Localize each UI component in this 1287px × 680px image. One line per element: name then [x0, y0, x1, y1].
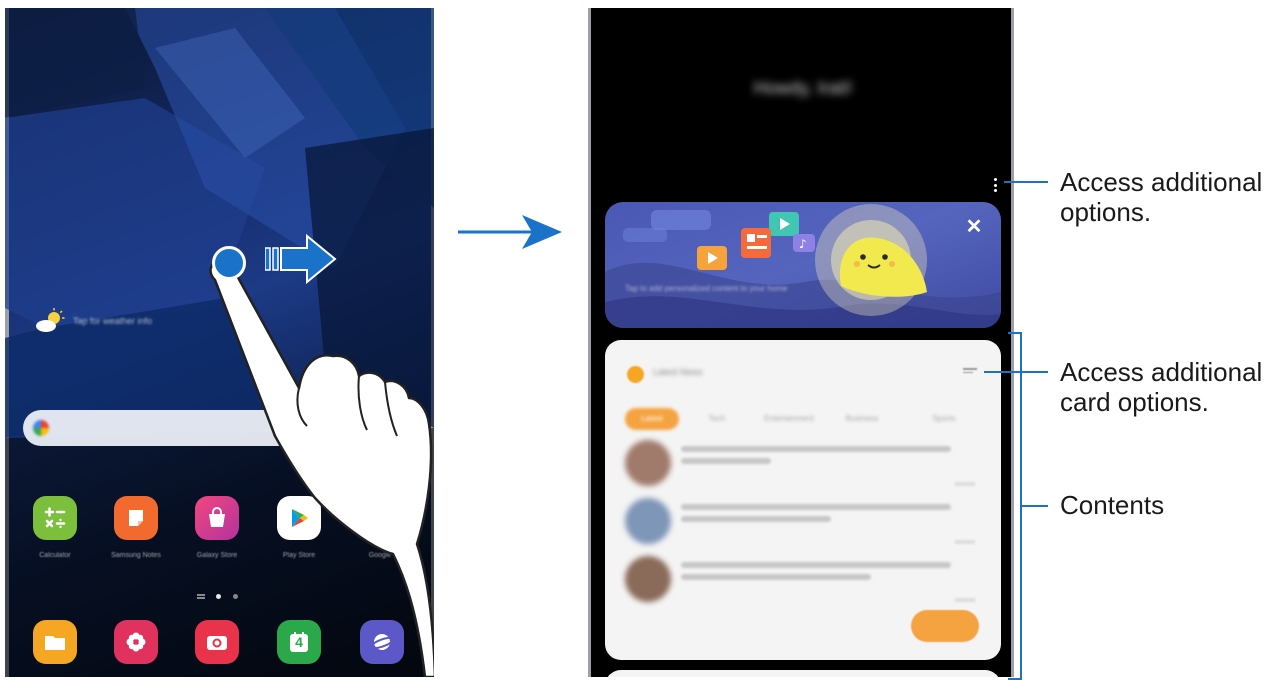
news-meta: [955, 540, 975, 544]
news-headline: [681, 562, 951, 568]
app-samsung-notes[interactable]: [114, 496, 158, 540]
more-options-button[interactable]: [992, 178, 998, 192]
weather-text: Tap for weather info: [73, 316, 153, 326]
callout-access-options: Access additional options.: [1060, 167, 1263, 227]
app-calculator[interactable]: [33, 496, 77, 540]
news-item[interactable]: [625, 498, 985, 552]
app-label: Calculator: [39, 552, 71, 559]
samsung-notes-icon: [129, 510, 143, 526]
weather-widget[interactable]: Tap for weather info: [35, 306, 195, 336]
weather-icon: [36, 308, 65, 332]
news-meta: [955, 598, 975, 602]
card-options-button[interactable]: [963, 368, 979, 376]
news-headline: [681, 458, 771, 464]
greeting: Howdy, Irati!: [753, 78, 853, 98]
news-thumbnail: [625, 556, 671, 602]
dot-icon: [993, 178, 997, 181]
samsung-free-screen: Howdy, Irati! ♪ ✕ Tap to add personalize…: [588, 8, 1014, 677]
banner-text: Tap to add personalized content to your …: [625, 284, 788, 293]
news-headline: [681, 574, 871, 580]
see-more-button[interactable]: [911, 610, 979, 642]
news-item[interactable]: [625, 556, 985, 610]
news-thumbnail: [625, 498, 671, 544]
news-card: Latest News Latest Tech Entertainment Bu…: [605, 340, 1001, 660]
next-card: [605, 670, 1001, 677]
callout-line: [1004, 181, 1048, 183]
chip-sports[interactable]: Sports: [901, 408, 987, 430]
callout-contents: Contents: [1060, 490, 1165, 520]
banner-illustration: ♪: [605, 204, 1001, 328]
flower-icon: [126, 632, 146, 652]
news-meta: [955, 482, 975, 486]
svg-text:♪: ♪: [799, 237, 807, 251]
menu-line-icon: [963, 371, 973, 373]
dot-icon: [993, 183, 997, 187]
welcome-banner[interactable]: ♪ ✕ Tap to add personalized content to y…: [605, 202, 1001, 328]
chip-business[interactable]: Business: [837, 408, 887, 430]
card-title: Latest News: [653, 367, 703, 377]
news-headline: [681, 516, 831, 522]
chip-entertainment[interactable]: Entertainment: [753, 408, 825, 430]
news-headline: [681, 446, 951, 452]
card-logo-icon: [627, 366, 644, 383]
close-icon[interactable]: ✕: [963, 216, 985, 238]
chip-tech[interactable]: Tech: [697, 408, 737, 430]
dot-icon: [993, 189, 997, 192]
menu-line-icon: [963, 368, 977, 370]
calculator-icon: [44, 507, 66, 529]
news-item[interactable]: [625, 440, 985, 494]
app-bixby[interactable]: [114, 620, 158, 664]
chip-latest[interactable]: Latest: [625, 408, 679, 430]
app-my-files[interactable]: [33, 620, 77, 664]
hand-gesture-icon: [209, 260, 434, 677]
folder-icon: [45, 636, 65, 650]
callout-line: [1020, 505, 1048, 507]
callout-access-card-options: Access additional card options.: [1060, 357, 1263, 417]
app-label: Samsung Notes: [111, 552, 161, 559]
home-screen: Tap for weather info Calculator Samsung …: [5, 8, 434, 677]
news-headline: [681, 504, 951, 510]
touch-point: [212, 246, 246, 280]
transition-arrow-icon: [458, 215, 562, 249]
news-thumbnail: [625, 440, 671, 486]
device-frame-left: [588, 8, 591, 677]
google-icon: [33, 420, 49, 436]
